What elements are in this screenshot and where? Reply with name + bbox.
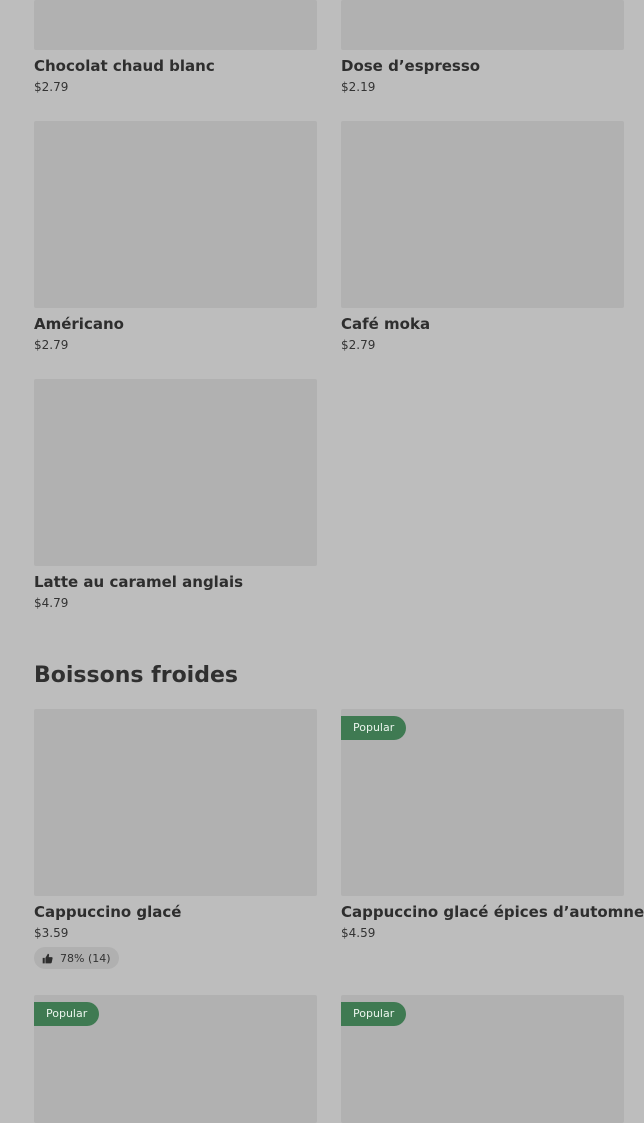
menu-item-image [34,709,317,896]
menu-item-card[interactable]: Café moka $2.79 [341,121,624,353]
menu-item-image [34,379,317,566]
rating-badge: 78% (14) [34,947,119,969]
menu-item-price: $4.59 [341,926,376,940]
menu-item-price: $4.79 [34,596,69,610]
menu-item-image: Popular [34,995,317,1123]
rating-text: 78% (14) [60,951,111,965]
menu-item-image: Popular [341,995,624,1123]
menu-item-price: $3.59 [34,926,69,940]
menu-item-name: Chocolat chaud blanc [34,57,215,75]
menu-item-image [34,121,317,308]
menu-item-name: Américano [34,315,124,333]
menu-item-image: Popular [341,709,624,896]
menu-item-image [34,0,317,50]
menu-item-card[interactable]: Popular [34,995,317,1123]
menu-item-image [341,0,624,50]
popular-badge: Popular [341,716,407,740]
section-title-cold-drinks: Boissons froides [34,663,238,688]
menu-item-name: Café moka [341,315,431,333]
menu-item-name: Latte au caramel anglais [34,573,244,591]
menu-item-card[interactable]: Popular Cappuccino glacé épices d’automn… [341,709,644,941]
popular-badge: Popular [341,1002,407,1026]
menu-item-card[interactable]: Latte au caramel anglais $4.79 [34,379,317,611]
menu-item-price: $2.79 [34,80,69,94]
menu-item-name: Cappuccino glacé [34,903,182,921]
menu-item-price: $2.79 [341,338,376,352]
menu-item-price: $2.79 [34,338,69,352]
menu-item-name: Cappuccino glacé épices d’automne [341,903,644,921]
menu-item-card[interactable]: Dose d’espresso $2.19 [341,0,624,95]
menu-item-image [341,121,624,308]
menu-item-price: $2.19 [341,80,376,94]
menu-item-card[interactable]: Chocolat chaud blanc $2.79 [34,0,317,95]
menu-item-card[interactable]: Popular [341,995,624,1123]
menu-item-name: Dose d’espresso [341,57,481,75]
thumbs-up-icon [42,953,53,963]
menu-item-card[interactable]: Cappuccino glacé $3.59 78% (14) [34,709,317,969]
menu-item-card[interactable]: Américano $2.79 [34,121,317,353]
popular-badge: Popular [34,1002,100,1026]
